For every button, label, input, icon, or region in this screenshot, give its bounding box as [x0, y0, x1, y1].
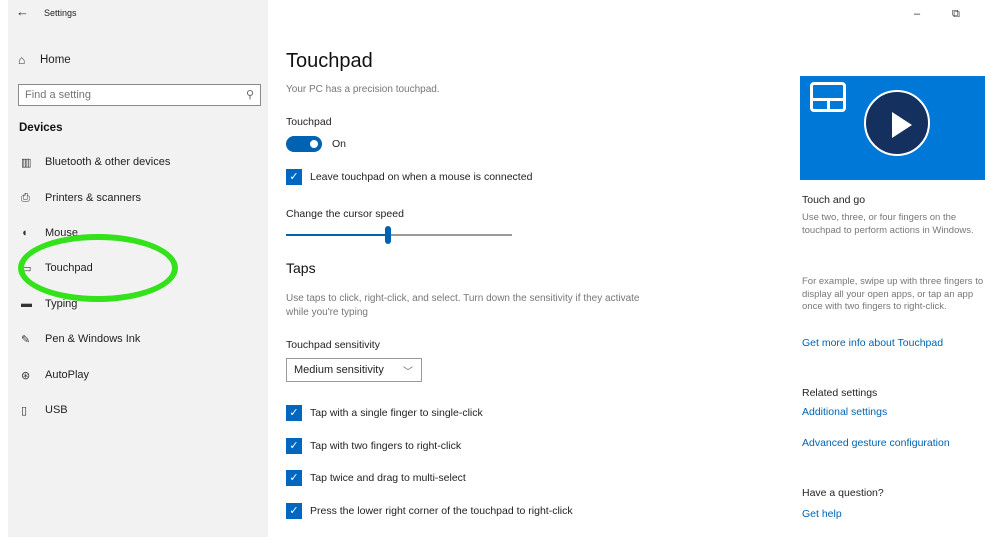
checkbox-label: Tap twice and drag to multi-select: [310, 472, 466, 484]
sidebar-item-label: USB: [45, 404, 68, 416]
cursor-speed-label: Change the cursor speed: [286, 208, 404, 220]
touch-and-go-heading: Touch and go: [802, 194, 866, 206]
more-info-link[interactable]: Get more info about Touchpad: [802, 337, 943, 349]
advanced-gesture-link[interactable]: Advanced gesture configuration: [802, 437, 950, 449]
cursor-speed-slider-thumb[interactable]: [385, 226, 391, 244]
bluetooth-keyboard-icon: ▥: [21, 156, 32, 169]
usb-icon: ▯: [21, 404, 28, 417]
sidebar-item-usb[interactable]: ▯ USB: [18, 399, 258, 421]
sidebar-item-label: Mouse: [45, 227, 79, 239]
sidebar-item-typing[interactable]: ▬ Typing: [18, 293, 258, 315]
tap-drag-multiselect-checkbox[interactable]: ✓ Tap twice and drag to multi-select: [286, 470, 466, 486]
related-settings-heading: Related settings: [802, 387, 878, 399]
keyboard-icon: ▬: [21, 298, 32, 310]
cursor-speed-slider-fill: [286, 234, 388, 236]
sidebar-item-pen[interactable]: ✎ Pen & Windows Ink: [18, 328, 258, 350]
checkmark-icon: ✓: [286, 405, 302, 421]
touchpad-illustration-icon: [810, 82, 846, 112]
right-panel: Touch and go Use two, three, or four fin…: [800, 0, 985, 537]
get-help-link[interactable]: Get help: [802, 508, 842, 520]
checkmark-icon: ✓: [286, 503, 302, 519]
touchpad-toggle-label: Touchpad: [286, 116, 332, 128]
sidebar-item-printers[interactable]: ⎙ Printers & scanners: [18, 187, 258, 209]
checkbox-label: Press the lower right corner of the touc…: [310, 505, 573, 517]
sidebar-item-label: Touchpad: [45, 262, 93, 274]
sidebar-item-home[interactable]: ⌂ Home: [18, 50, 258, 70]
additional-settings-link[interactable]: Additional settings: [802, 406, 887, 418]
tap-single-click-checkbox[interactable]: ✓ Tap with a single finger to single-cli…: [286, 405, 483, 421]
checkmark-icon: ✓: [286, 169, 302, 185]
sensitivity-dropdown[interactable]: Medium sensitivity ﹀: [286, 358, 422, 382]
sensitivity-value: Medium sensitivity: [294, 364, 384, 376]
autoplay-icon: ⊛: [21, 369, 31, 382]
play-button-icon[interactable]: [864, 90, 930, 156]
sidebar-item-touchpad[interactable]: ▭ Touchpad: [18, 257, 258, 279]
back-arrow-icon[interactable]: ←: [16, 4, 34, 22]
sidebar-item-bluetooth[interactable]: ▥ Bluetooth & other devices: [18, 151, 258, 173]
example-text: For example, swipe up with three fingers…: [802, 276, 984, 312]
search-box[interactable]: ⚲: [18, 84, 261, 106]
touchpad-toggle[interactable]: [286, 136, 322, 152]
checkmark-icon: ✓: [286, 438, 302, 454]
sidebar: ← Settings ⌂ Home ⚲ Devices ▥ Bluetooth …: [8, 0, 268, 537]
sidebar-item-label: Printers & scanners: [45, 192, 141, 204]
title-bar: ← Settings: [8, 0, 268, 32]
question-heading: Have a question?: [802, 487, 884, 499]
sensitivity-label: Touchpad sensitivity: [286, 339, 380, 351]
printer-icon: ⎙: [21, 191, 30, 204]
sidebar-item-mouse[interactable]: ◖ Mouse: [18, 222, 258, 244]
checkbox-label: Leave touchpad on when a mouse is connec…: [310, 171, 533, 183]
toggle-state-text: On: [332, 138, 347, 150]
toggle-knob: [310, 140, 318, 148]
page-subtitle: Your PC has a precision touchpad.: [286, 84, 440, 95]
mouse-icon: ◖: [21, 227, 28, 239]
tap-right-click-checkbox[interactable]: ✓ Tap with two fingers to right-click: [286, 438, 461, 454]
chevron-down-icon: ﹀: [403, 367, 413, 378]
taps-description: Use taps to click, right-click, and sele…: [286, 293, 640, 318]
sidebar-item-label: Typing: [45, 298, 78, 310]
lower-right-corner-checkbox[interactable]: ✓ Press the lower right corner of the to…: [286, 503, 573, 519]
video-thumbnail[interactable]: [800, 76, 985, 180]
leave-touchpad-on-checkbox[interactable]: ✓ Leave touchpad on when a mouse is conn…: [286, 169, 532, 185]
search-input[interactable]: [19, 89, 234, 101]
app-title: Settings: [44, 8, 77, 18]
main-content: Touchpad Your PC has a precision touchpa…: [286, 0, 746, 537]
checkmark-icon: ✓: [286, 470, 302, 486]
pen-icon: ✎: [21, 333, 31, 346]
sidebar-item-label: Bluetooth & other devices: [45, 156, 171, 168]
section-heading: Devices: [19, 122, 63, 134]
page-title: Touchpad: [286, 50, 373, 72]
sidebar-item-label: AutoPlay: [45, 369, 90, 381]
checkbox-label: Tap with two fingers to right-click: [310, 440, 462, 452]
home-label: Home: [40, 54, 71, 66]
touchpad-icon: ▭: [21, 262, 32, 275]
taps-heading: Taps: [286, 260, 316, 276]
sidebar-item-label: Pen & Windows Ink: [45, 333, 141, 345]
search-icon[interactable]: ⚲: [246, 88, 254, 101]
touch-and-go-text: Use two, three, or four fingers on the t…: [802, 212, 974, 236]
home-icon: ⌂: [18, 53, 26, 67]
checkbox-label: Tap with a single finger to single-click: [310, 407, 483, 419]
sidebar-item-autoplay[interactable]: ⊛ AutoPlay: [18, 364, 258, 386]
